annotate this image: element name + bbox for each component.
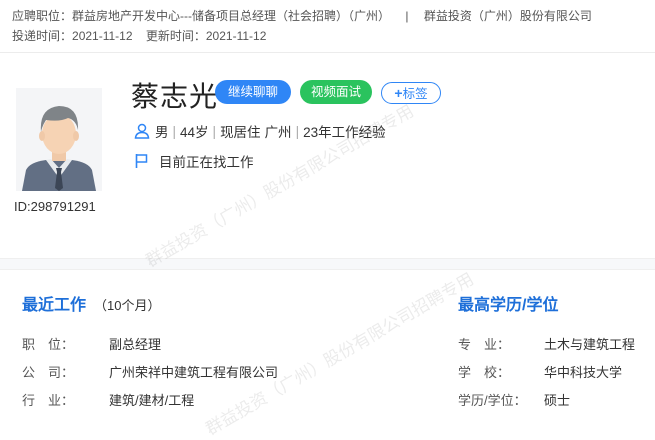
residence-label: 现居住 [220, 125, 261, 140]
continue-chat-button[interactable]: 继续聊聊 [215, 80, 291, 104]
job-status-text: 目前正在找工作 [159, 155, 254, 170]
user-icon [134, 123, 150, 139]
residence-value: 广州 [264, 125, 292, 140]
recent-job-value-position: 副总经理 [109, 337, 162, 352]
candidate-id: ID:298791291 [14, 199, 96, 214]
add-tag-button[interactable]: +标签 [381, 82, 441, 104]
education-label-school: 学 校： [458, 365, 511, 380]
education-title: 最高学历/学位 [458, 297, 559, 314]
updated-label: 更新时间： [145, 29, 206, 43]
recent-job-value-industry: 建筑/建材/工程 [109, 393, 195, 408]
position-label: 应聘职位： [12, 9, 73, 23]
company-name: 群益投资（广州）股份有限公司 [423, 9, 592, 23]
education-value-major: 土木与建筑工程 [544, 337, 636, 352]
header-divider-line [0, 52, 655, 53]
education-value-degree: 硕士 [544, 393, 571, 408]
work-experience: 23年工作经验 [303, 125, 386, 140]
basic-info: 男 | 44岁 | 现居住 广州 | 23年工作经验 [134, 121, 386, 141]
video-interview-button[interactable]: 视频面试 [300, 80, 372, 104]
recent-job-value-company: 广州荣祥中建筑工程有限公司 [109, 365, 279, 380]
delivered-label: 投递时间： [12, 29, 73, 43]
flag-icon [135, 154, 148, 168]
recent-job-label-company: 公 司： [22, 365, 75, 380]
recent-job-header: 最近工作 （10个月） [22, 291, 160, 315]
recent-job-duration: （10个月） [94, 298, 161, 313]
education-label-degree: 学历/学位： [458, 393, 527, 408]
timestamps: 投递时间：2021-11-12 更新时间：2021-11-12 [12, 27, 266, 44]
updated-value: 2021-11-12 [205, 29, 267, 43]
avatar [16, 88, 102, 191]
education-value-school: 华中科技大学 [544, 365, 623, 380]
watermark: 群益投资（广州）股份有限公司招聘专用 [202, 269, 478, 439]
recent-job-title: 最近工作 [22, 297, 87, 314]
education-label-major: 专 业： [458, 337, 511, 352]
age: 44岁 [180, 125, 209, 140]
avatar-placeholder [16, 88, 102, 191]
position-value: 群益房地产开发中心---储备项目总经理（社会招聘）（广州） [72, 9, 391, 23]
header-divider: | [405, 9, 409, 23]
recent-job-label-industry: 行 业： [22, 393, 75, 408]
delivered-value: 2021-11-12 [72, 29, 133, 43]
job-status: 目前正在找工作 [134, 151, 254, 171]
candidate-name: 蔡志光 [131, 81, 219, 112]
tag-label: 标签 [402, 87, 428, 101]
gender: 男 [155, 125, 169, 140]
plus-icon: + [394, 85, 403, 101]
applied-position: 应聘职位：群益房地产开发中心---储备项目总经理（社会招聘）（广州） | 群益投… [12, 7, 592, 24]
recent-job-label-position: 职 位： [22, 337, 75, 352]
section-separator [0, 258, 655, 270]
